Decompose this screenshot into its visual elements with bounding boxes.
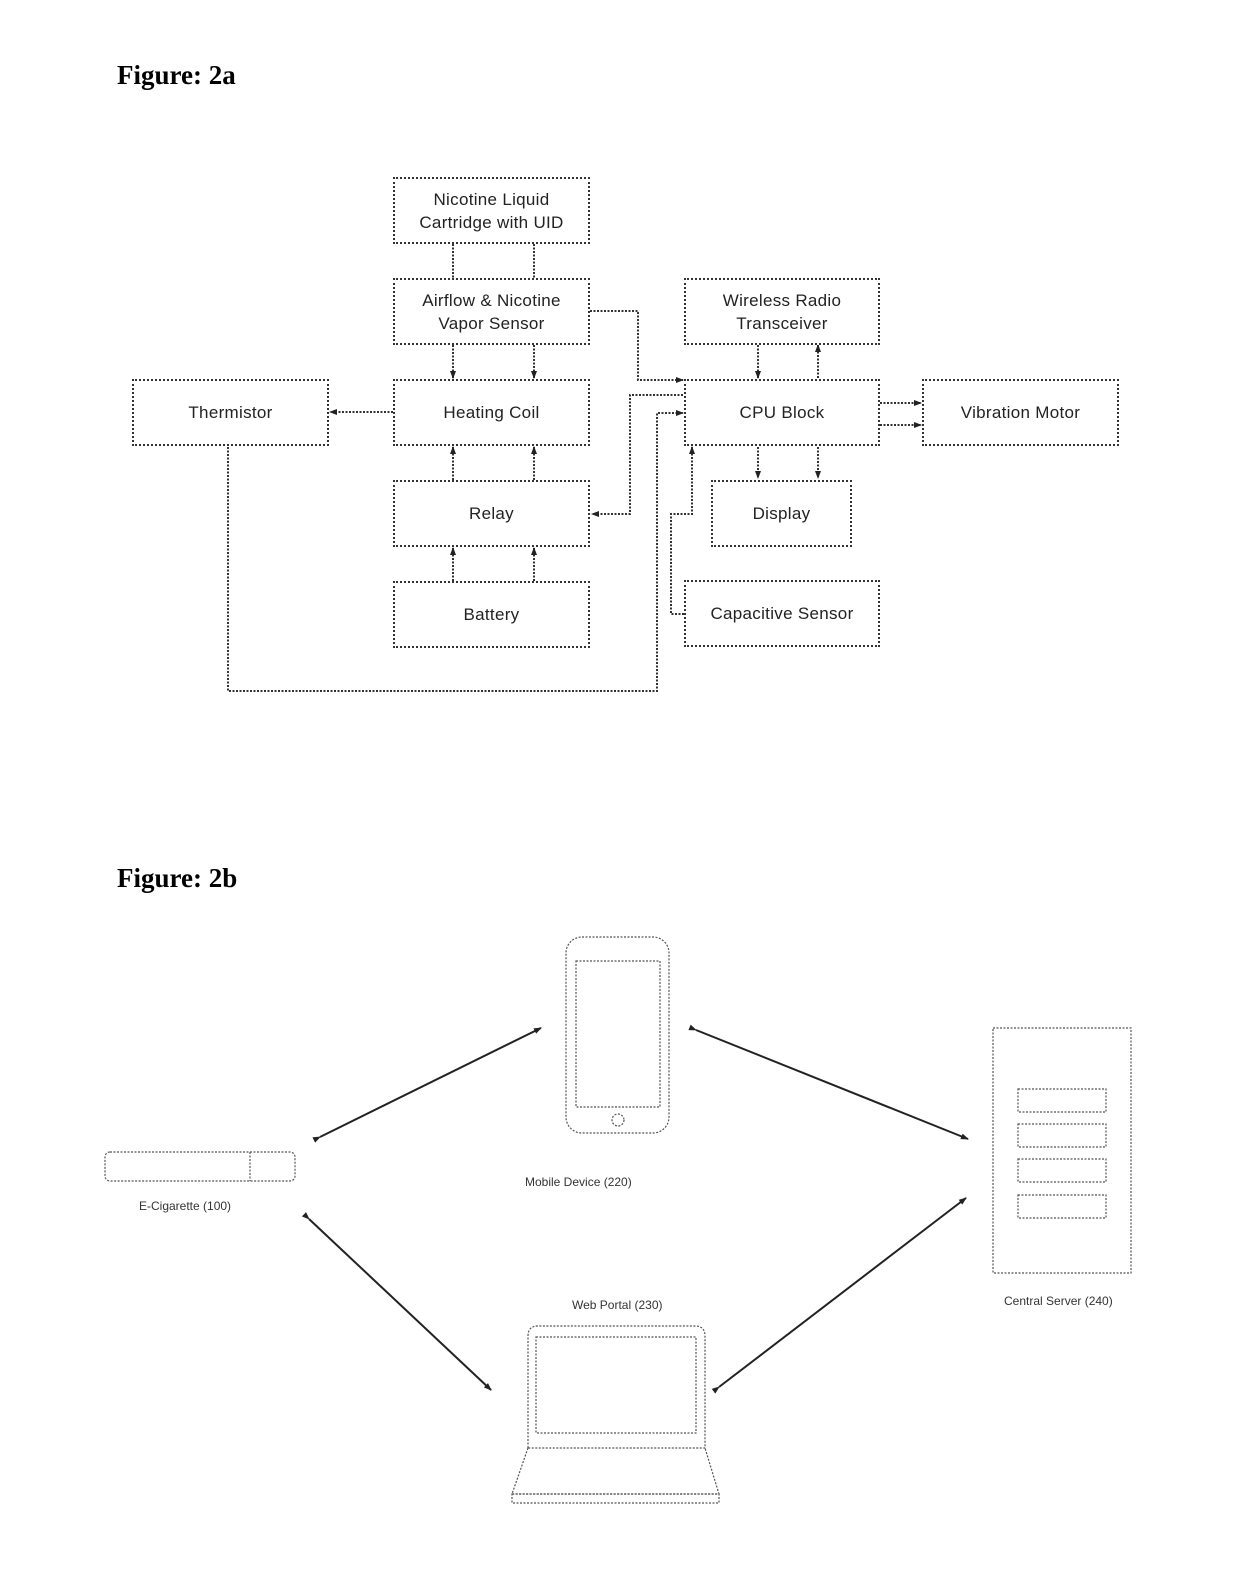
block-display: Display: [711, 480, 852, 547]
block-label: Transceiver: [736, 313, 828, 333]
block-label: Display: [752, 504, 811, 523]
link-ecig-mobile: [312, 1027, 542, 1143]
block-label: Nicotine Liquid: [433, 189, 550, 209]
figure-2b-title: Figure: 2b: [117, 863, 238, 893]
block-thermistor: Thermistor: [132, 379, 329, 446]
block-label: Airflow & Nicotine: [422, 290, 561, 310]
block-label: CPU Block: [739, 403, 825, 422]
block-relay: Relay: [393, 480, 590, 547]
figure-2a-title: Figure: 2a: [117, 60, 236, 90]
label-web-portal: Web Portal (230): [572, 1298, 663, 1312]
laptop-icon: [511, 1325, 720, 1504]
arrow-airflow-cpu: [590, 310, 684, 383]
block-capacitive-sensor: Capacitive Sensor: [684, 580, 880, 647]
block-label: Battery: [463, 605, 520, 624]
block-label: Vapor Sensor: [438, 313, 545, 333]
block-label: Cartridge with UID: [419, 212, 564, 232]
link-webportal-server: [711, 1197, 967, 1394]
label-e-cigarette: E-Cigarette (100): [139, 1199, 232, 1213]
link-ecig-webportal: [301, 1212, 492, 1391]
arrow-cpu-relay: [591, 394, 683, 517]
connector-layer: [104, 244, 1132, 1504]
central-server-icon: [992, 1027, 1132, 1274]
label-central-server: Central Server (240): [1004, 1294, 1113, 1308]
block-vibration-motor: Vibration Motor: [922, 379, 1119, 446]
block-label: Heating Coil: [443, 403, 540, 422]
label-mobile-device: Mobile Device (220): [525, 1175, 632, 1189]
block-battery: Battery: [393, 581, 590, 648]
block-wireless-radio-transceiver: Wireless Radio Transceiver: [684, 278, 880, 345]
block-label: Wireless Radio: [722, 290, 842, 310]
e-cigarette-icon: [104, 1151, 296, 1182]
block-label: Capacitive Sensor: [710, 604, 854, 623]
block-airflow-vapor-sensor: Airflow & Nicotine Vapor Sensor: [393, 278, 590, 345]
arrow-thermistor-cpu: [227, 410, 684, 692]
link-mobile-server: [688, 1024, 969, 1140]
block-cpu: CPU Block: [684, 379, 880, 446]
block-label: Vibration Motor: [960, 403, 1081, 422]
block-heating-coil: Heating Coil: [393, 379, 590, 446]
block-nicotine-cartridge: Nicotine Liquid Cartridge with UID: [393, 177, 590, 244]
block-label: Relay: [469, 504, 514, 523]
block-label: Thermistor: [188, 403, 273, 422]
mobile-device-icon: [565, 936, 670, 1134]
